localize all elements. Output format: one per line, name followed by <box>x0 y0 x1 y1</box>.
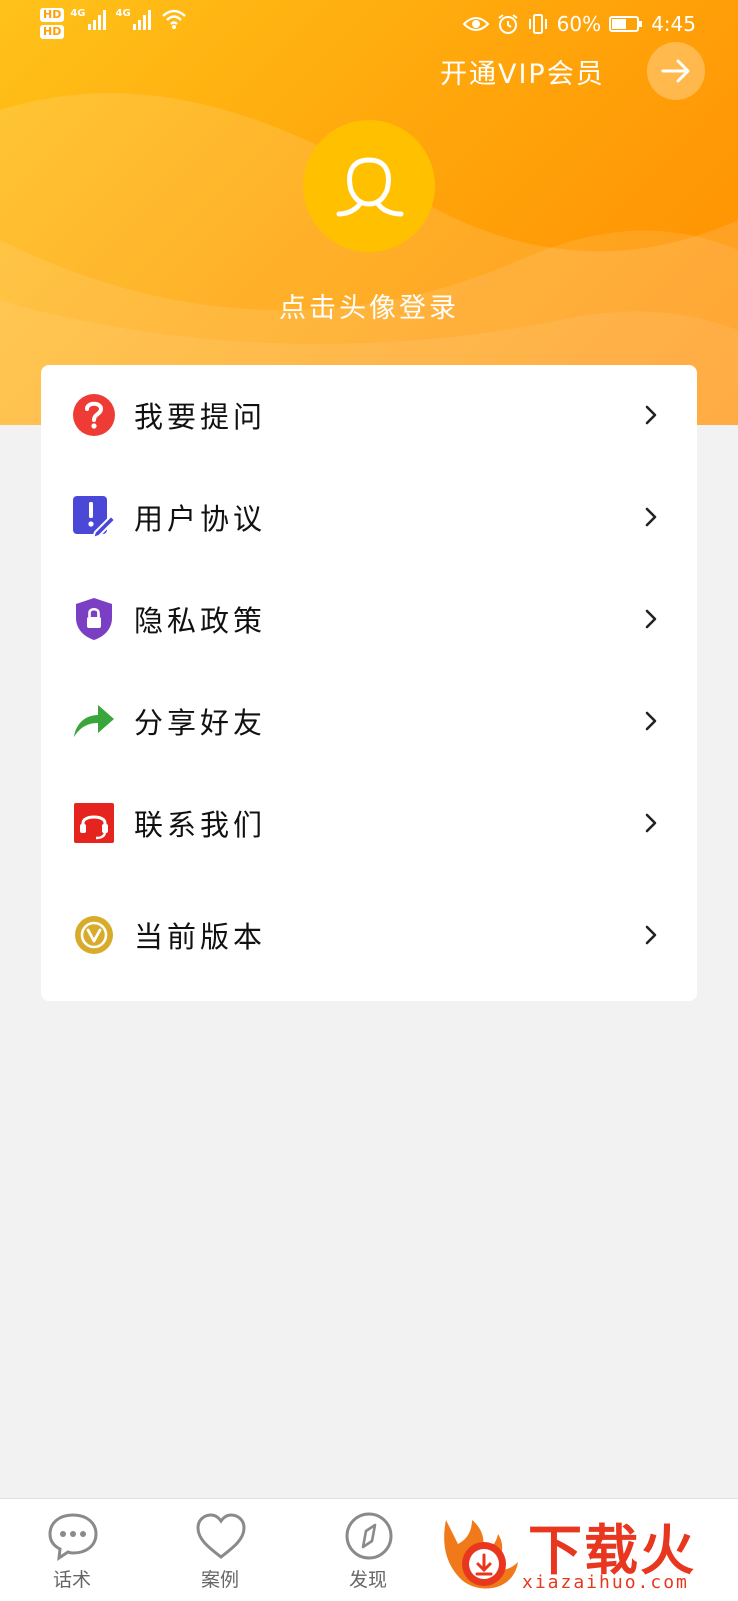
battery-percent: 60% <box>556 12 602 36</box>
menu-item-ask-question[interactable]: 我要提问 <box>41 365 697 465</box>
chevron-right-icon <box>645 813 657 833</box>
question-icon <box>71 392 117 438</box>
heart-icon <box>196 1513 246 1559</box>
tab-discover[interactable]: 发现 <box>318 1499 418 1601</box>
signal-icon-2 <box>132 8 151 30</box>
tab-cases[interactable]: 案例 <box>170 1499 270 1601</box>
menu-item-label: 我要提问 <box>134 400 267 434</box>
menu-item-label: 联系我们 <box>134 808 267 842</box>
menu-item-current-version[interactable]: 当前版本 <box>41 885 697 985</box>
menu-item-contact-us[interactable]: 联系我们 <box>41 773 697 873</box>
wifi-icon <box>161 9 186 29</box>
chevron-right-icon <box>645 925 657 945</box>
tab-label: 话术 <box>52 1569 91 1591</box>
flame-logo-icon <box>444 1520 518 1589</box>
menu-item-label: 当前版本 <box>134 920 267 954</box>
chevron-right-icon <box>645 405 657 425</box>
profile-header: HD HD 4G 4G 60% 4:45 开通VIP会员 点击头像登录 <box>0 0 738 425</box>
login-prompt[interactable]: 点击头像登录 <box>0 286 738 325</box>
watermark: 下载火 xiazaihuo.com <box>436 1500 738 1600</box>
watermark-site: xiazaihuo.com <box>522 1572 689 1593</box>
chevron-right-icon <box>645 609 657 629</box>
menu-item-label: 分享好友 <box>134 706 267 740</box>
network-type-1: 4G <box>70 8 86 19</box>
hd-indicators: HD HD <box>40 8 65 39</box>
network-type-2: 4G <box>115 8 131 19</box>
arrow-right-icon <box>661 59 690 83</box>
tab-label: 案例 <box>200 1569 239 1591</box>
status-bar: HD HD 4G 4G 60% 4:45 <box>0 0 738 50</box>
user-avatar-icon <box>336 157 404 217</box>
signal-icon <box>87 8 106 30</box>
vibrate-icon <box>528 14 547 34</box>
compass-icon <box>345 1512 393 1560</box>
vip-arrow-button[interactable] <box>647 42 705 100</box>
eye-icon <box>462 17 489 31</box>
menu-item-label: 用户协议 <box>134 502 267 536</box>
tab-scripts[interactable]: 话术 <box>22 1499 122 1601</box>
share-arrow-icon <box>71 698 117 744</box>
tab-label: 发现 <box>348 1569 387 1591</box>
battery-icon <box>609 16 643 32</box>
hd2-badge: HD <box>40 25 65 39</box>
menu-card: 我要提问 用户协议 隐私政策 分享好友 联系我们 当前版本 <box>41 365 697 1001</box>
avatar[interactable] <box>303 120 435 252</box>
privacy-shield-icon <box>71 596 117 642</box>
version-icon <box>71 912 117 958</box>
menu-item-user-agreement[interactable]: 用户协议 <box>41 467 697 567</box>
menu-item-privacy-policy[interactable]: 隐私政策 <box>41 569 697 669</box>
hd1-badge: HD <box>40 8 65 22</box>
chevron-right-icon <box>645 711 657 731</box>
headset-icon <box>71 800 117 846</box>
vip-label[interactable]: 开通VIP会员 <box>440 52 605 91</box>
menu-item-label: 隐私政策 <box>134 604 267 638</box>
status-time: 4:45 <box>651 12 696 36</box>
chat-bubble-icon <box>48 1513 98 1562</box>
agreement-icon <box>71 494 117 540</box>
menu-item-share-friends[interactable]: 分享好友 <box>41 671 697 771</box>
alarm-icon <box>498 14 518 34</box>
chevron-right-icon <box>645 507 657 527</box>
